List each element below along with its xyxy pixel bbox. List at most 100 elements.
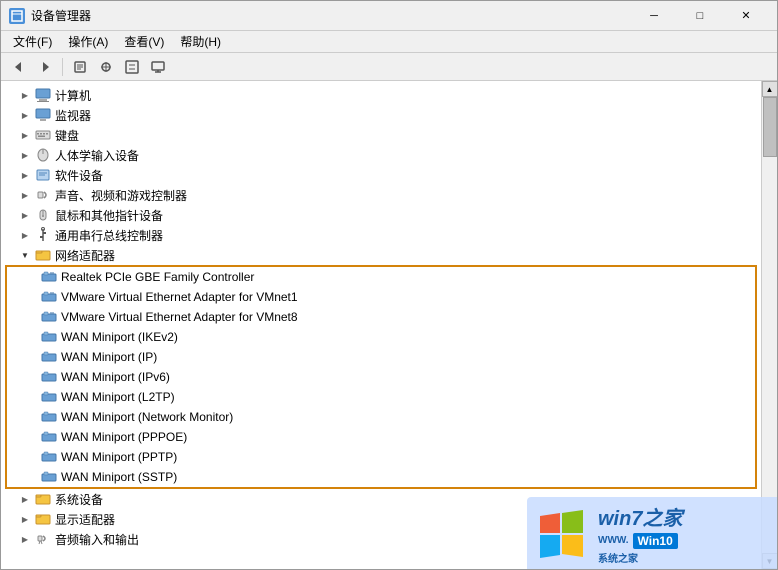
label-wan-pppoe: WAN Miniport (PPPOE) xyxy=(59,430,187,444)
menu-view[interactable]: 查看(V) xyxy=(116,31,172,52)
audio-icon xyxy=(35,187,51,203)
label-wan-netmon: WAN Miniport (Network Monitor) xyxy=(59,410,233,424)
hid-icon xyxy=(35,147,51,163)
label-wan-ikev2: WAN Miniport (IKEv2) xyxy=(59,330,178,344)
title-bar: 设备管理器 ─ □ ✕ xyxy=(1,1,777,31)
device-manager-window: 设备管理器 ─ □ ✕ 文件(F) 操作(A) 查看(V) 帮助(H) xyxy=(0,0,778,570)
win10-badge: Win10 xyxy=(633,533,678,549)
display-button[interactable] xyxy=(146,56,170,78)
tree-item-usb[interactable]: ▶ 通用串行总线控制器 xyxy=(1,225,761,245)
menu-file[interactable]: 文件(F) xyxy=(5,31,60,52)
scan-button[interactable] xyxy=(94,56,118,78)
tree-item-hid[interactable]: ▶ 人体学输入设备 xyxy=(1,145,761,165)
label-hid: 人体学输入设备 xyxy=(53,147,139,164)
menu-bar: 文件(F) 操作(A) 查看(V) 帮助(H) xyxy=(1,31,777,53)
window-controls: ─ □ ✕ xyxy=(631,1,769,31)
label-vmnet1: VMware Virtual Ethernet Adapter for VMne… xyxy=(59,290,298,304)
software-icon xyxy=(35,167,51,183)
tree-item-monitor[interactable]: ▶ 监视器 xyxy=(1,105,761,125)
win10-subtext: 系统之家 xyxy=(598,550,682,565)
menu-help[interactable]: 帮助(H) xyxy=(172,31,229,52)
network-adapter-icon-5 xyxy=(41,349,57,365)
content-wrapper: ▶ 计算机 ▶ xyxy=(1,81,777,569)
net-item-wan-pptp[interactable]: WAN Miniport (PPTP) xyxy=(7,447,755,467)
network-adapter-icon-7 xyxy=(41,389,57,405)
maximize-button[interactable]: □ xyxy=(677,1,723,31)
net-item-wan-l2tp[interactable]: WAN Miniport (L2TP) xyxy=(7,387,755,407)
label-software: 软件设备 xyxy=(53,167,103,184)
toggle-mouse[interactable]: ▶ xyxy=(17,207,33,223)
win10-brand: WWW. Win10 xyxy=(598,533,682,549)
net-item-vmnet1[interactable]: VMware Virtual Ethernet Adapter for VMne… xyxy=(7,287,755,307)
tree-item-keyboard[interactable]: ▶ 键盘 xyxy=(1,125,761,145)
window-title: 设备管理器 xyxy=(31,7,631,24)
net-item-wan-netmon[interactable]: WAN Miniport (Network Monitor) xyxy=(7,407,755,427)
toggle-audio[interactable]: ▶ xyxy=(17,187,33,203)
toggle-audio-io[interactable]: ▶ xyxy=(17,531,33,547)
network-adapter-icon-11 xyxy=(41,469,57,485)
toggle-network[interactable]: ▼ xyxy=(17,247,33,263)
toolbar-separator-1 xyxy=(62,58,63,76)
scroll-up-button[interactable]: ▲ xyxy=(762,81,778,97)
tree-item-mouse[interactable]: ▶ 鼠标和其他指针设备 xyxy=(1,205,761,225)
toggle-usb[interactable]: ▶ xyxy=(17,227,33,243)
toggle-keyboard[interactable]: ▶ xyxy=(17,127,33,143)
label-audio: 声音、视频和游戏控制器 xyxy=(53,187,187,204)
device-tree[interactable]: ▶ 计算机 ▶ xyxy=(1,81,761,569)
menu-action[interactable]: 操作(A) xyxy=(60,31,116,52)
monitor-icon xyxy=(35,107,51,123)
toggle-software[interactable]: ▶ xyxy=(17,167,33,183)
mouse-icon xyxy=(35,207,51,223)
forward-button[interactable] xyxy=(33,56,57,78)
label-wan-ip: WAN Miniport (IP) xyxy=(59,350,157,364)
net-item-wan-sstp[interactable]: WAN Miniport (SSTP) xyxy=(7,467,755,487)
win7-brand: win7之家 xyxy=(598,502,682,531)
network-adapter-icon-2 xyxy=(41,289,57,305)
win10-text: Win10 xyxy=(638,534,673,548)
label-computer: 计算机 xyxy=(53,87,91,104)
computer-icon xyxy=(35,87,51,103)
network-children-box: Realtek PCIe GBE Family Controller VMwar… xyxy=(5,265,757,489)
toggle-display[interactable]: ▶ xyxy=(17,511,33,527)
watermark: win7之家 WWW. Win10 系统之家 xyxy=(527,497,777,569)
tree-item-audio[interactable]: ▶ 声音、视频和游戏控制器 xyxy=(1,185,761,205)
close-button[interactable]: ✕ xyxy=(723,1,769,31)
minimize-button[interactable]: ─ xyxy=(631,1,677,31)
toggle-hid[interactable]: ▶ xyxy=(17,147,33,163)
label-vmnet8: VMware Virtual Ethernet Adapter for VMne… xyxy=(59,310,298,324)
label-usb: 通用串行总线控制器 xyxy=(53,227,163,244)
toggle-system[interactable]: ▶ xyxy=(17,491,33,507)
toolbar xyxy=(1,53,777,81)
system-icon xyxy=(35,491,51,507)
net-item-wan-ipv6[interactable]: WAN Miniport (IPv6) xyxy=(7,367,755,387)
usb-icon xyxy=(35,227,51,243)
label-audio-io: 音频输入和输出 xyxy=(53,531,139,548)
network-adapter-icon-8 xyxy=(41,409,57,425)
back-button[interactable] xyxy=(7,56,31,78)
tree-item-computer[interactable]: ▶ 计算机 xyxy=(1,85,761,105)
tree-item-network[interactable]: ▼ 网络适配器 xyxy=(1,245,761,265)
label-monitor: 监视器 xyxy=(53,107,91,124)
net-item-realtek[interactable]: Realtek PCIe GBE Family Controller xyxy=(7,267,755,287)
net-item-wan-ikev2[interactable]: WAN Miniport (IKEv2) xyxy=(7,327,755,347)
window-icon xyxy=(9,8,25,24)
label-wan-sstp: WAN Miniport (SSTP) xyxy=(59,470,177,484)
display-icon xyxy=(35,511,51,527)
network-adapter-icon-1 xyxy=(41,269,57,285)
scroll-track xyxy=(762,97,777,553)
audio-io-icon xyxy=(35,531,51,547)
toggle-monitor[interactable]: ▶ xyxy=(17,107,33,123)
win7-text: win7之家 xyxy=(598,502,682,531)
scrollbar[interactable]: ▲ ▼ xyxy=(761,81,777,569)
label-system: 系统设备 xyxy=(53,491,103,508)
label-mouse: 鼠标和其他指针设备 xyxy=(53,207,163,224)
update-button[interactable] xyxy=(120,56,144,78)
properties-button[interactable] xyxy=(68,56,92,78)
label-keyboard: 键盘 xyxy=(53,127,79,144)
tree-item-software[interactable]: ▶ 软件设备 xyxy=(1,165,761,185)
net-item-wan-ip[interactable]: WAN Miniport (IP) xyxy=(7,347,755,367)
net-item-vmnet8[interactable]: VMware Virtual Ethernet Adapter for VMne… xyxy=(7,307,755,327)
net-item-wan-pppoe[interactable]: WAN Miniport (PPPOE) xyxy=(7,427,755,447)
toggle-computer[interactable]: ▶ xyxy=(17,87,33,103)
scroll-thumb[interactable] xyxy=(763,97,777,157)
